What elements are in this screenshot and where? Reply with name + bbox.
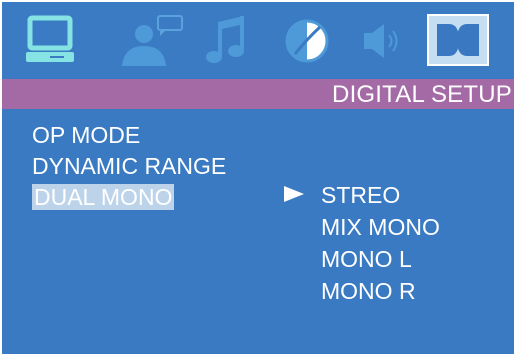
option-label: MONO R [321,278,416,304]
menu-item-op-mode[interactable]: OP MODE [32,120,226,151]
color-disc-icon[interactable] [280,14,334,66]
setup-icon-bar [2,2,514,78]
menu-item-label: DUAL MONO [32,184,175,210]
selection-arrow-icon [284,186,304,202]
menu-item-label: OP MODE [32,122,141,148]
dual-mono-options: STREO MIX MONO MONO L MONO R [284,179,440,307]
osd-screen: DIGITAL SETUP OP MODE DYNAMIC RANGE DUAL… [0,0,516,356]
user-chat-icon[interactable] [114,14,186,66]
monitor-icon[interactable] [24,14,84,66]
menu-item-label: DYNAMIC RANGE [32,153,227,179]
dolby-icon[interactable] [427,14,489,66]
option-label: MONO L [321,246,412,272]
setup-menu: OP MODE DYNAMIC RANGE DUAL MONO [32,120,226,213]
section-title-bar: DIGITAL SETUP [2,79,514,109]
option-label: MIX MONO [321,214,440,240]
option-streo[interactable]: STREO [284,179,440,211]
page-title: DIGITAL SETUP [332,81,512,108]
menu-item-dynamic-range[interactable]: DYNAMIC RANGE [32,151,226,182]
option-mono-l[interactable]: MONO L [284,243,440,275]
option-label: STREO [321,182,401,208]
menu-item-dual-mono[interactable]: DUAL MONO [32,182,226,213]
option-mix-mono[interactable]: MIX MONO [284,211,440,243]
music-note-icon[interactable] [202,14,252,66]
option-mono-r[interactable]: MONO R [284,275,440,307]
speaker-icon[interactable] [356,14,406,66]
